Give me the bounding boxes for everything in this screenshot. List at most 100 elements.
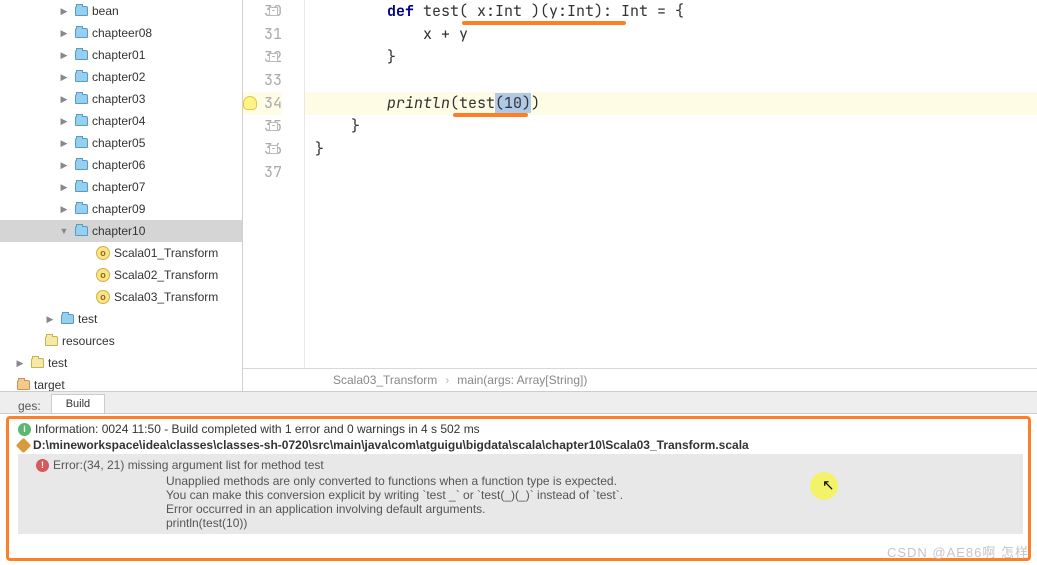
folder-icon <box>73 47 89 63</box>
tree-label: Scala01_Transform <box>114 246 218 260</box>
folder-icon <box>73 113 89 129</box>
info-icon: i <box>18 423 31 436</box>
folder-icon <box>15 377 31 391</box>
folder-icon <box>73 135 89 151</box>
tree-item-chapter07[interactable]: ▶ chapter07 <box>0 176 242 198</box>
tree-item-scala02_transform[interactable]: ▶oScala02_Transform <box>0 264 242 286</box>
tree-item-bean[interactable]: ▶ bean <box>0 0 242 22</box>
tree-label: chapter01 <box>92 48 145 62</box>
folder-icon <box>73 201 89 217</box>
warning-icon <box>16 437 32 453</box>
tree-item-chapter06[interactable]: ▶ chapter06 <box>0 154 242 176</box>
build-info-line: i Information: 0024 11:50 - Build comple… <box>18 422 1023 436</box>
project-tree: ▶ bean ▶ chapteer08 ▶ chapter01 ▶ chapter02 ▶ cha… <box>0 0 243 391</box>
tree-item-chapter10[interactable]: ▼ chapter10 <box>0 220 242 242</box>
tree-item-test[interactable]: ▶ test <box>0 308 242 330</box>
build-output-panel: i Information: 0024 11:50 - Build comple… <box>0 413 1037 565</box>
tree-label: target <box>34 378 65 391</box>
tree-item-chapter03[interactable]: ▶ chapter03 <box>0 88 242 110</box>
line-number: 35− <box>243 115 282 138</box>
error-icon: ! <box>36 459 49 472</box>
tree-item-resources[interactable]: ▶resources <box>0 330 242 352</box>
chevron-right-icon[interactable]: ▶ <box>58 50 70 61</box>
fold-icon[interactable]: − <box>269 122 278 131</box>
chevron-right-icon[interactable]: ▶ <box>58 94 70 105</box>
chevron-right-icon[interactable]: ▶ <box>14 358 26 369</box>
watermark: CSDN @AE86啊 怎样 <box>887 542 1029 561</box>
tree-item-target[interactable]: ▶target <box>0 374 242 391</box>
build-error-block[interactable]: ! Error:(34, 21) missing argument list f… <box>18 454 1023 534</box>
tab-messages-cut[interactable]: ges: <box>18 399 41 413</box>
tab-build[interactable]: Build <box>51 394 105 413</box>
tree-item-chapter02[interactable]: ▶ chapter02 <box>0 66 242 88</box>
folder-icon <box>73 69 89 85</box>
line-number: 33 <box>243 69 282 92</box>
editor-pane: 30−3132−333435−36−37 def test( x:Int )(y… <box>243 0 1037 391</box>
line-number: 30− <box>243 0 282 23</box>
tree-label: chapter02 <box>92 70 145 84</box>
line-number: 36− <box>243 138 282 161</box>
chevron-right-icon[interactable]: ▶ <box>58 116 70 127</box>
cursor-icon: ↖ <box>822 476 835 494</box>
folder-icon <box>73 179 89 195</box>
folder-icon <box>59 311 75 327</box>
tree-item-test[interactable]: ▶ test <box>0 352 242 374</box>
tree-label: chapter07 <box>92 180 145 194</box>
tree-label: chapter04 <box>92 114 145 128</box>
bottom-tabs: ges: Build <box>0 391 1037 413</box>
tree-label: test <box>78 312 97 326</box>
folder-icon <box>73 25 89 41</box>
tree-item-scala03_transform[interactable]: ▶oScala03_Transform <box>0 286 242 308</box>
tree-item-scala01_transform[interactable]: ▶oScala01_Transform <box>0 242 242 264</box>
folder-icon <box>43 333 59 349</box>
tree-label: bean <box>92 4 119 18</box>
tree-item-chapter09[interactable]: ▶ chapter09 <box>0 198 242 220</box>
tree-label: chapter03 <box>92 92 145 106</box>
chevron-right-icon[interactable]: ▶ <box>58 72 70 83</box>
folder-icon <box>73 223 89 239</box>
chevron-right-icon[interactable]: ▶ <box>58 160 70 171</box>
line-number: 37 <box>243 161 282 184</box>
crumb-method[interactable]: main(args: Array[String]) <box>457 373 587 387</box>
chevron-right-icon[interactable]: ▶ <box>58 182 70 193</box>
tree-label: Scala02_Transform <box>114 268 218 282</box>
folder-icon <box>73 91 89 107</box>
tree-label: test <box>48 356 67 370</box>
object-icon: o <box>95 267 111 283</box>
folder-icon <box>73 3 89 19</box>
tree-item-chapter01[interactable]: ▶ chapter01 <box>0 44 242 66</box>
tree-label: Scala03_Transform <box>114 290 218 304</box>
build-file-line[interactable]: D:\mineworkspace\idea\classes\classes-sh… <box>18 438 1023 452</box>
tree-label: chapter05 <box>92 136 145 150</box>
chevron-right-icon[interactable]: ▶ <box>58 28 70 39</box>
chevron-down-icon[interactable]: ▼ <box>58 226 70 236</box>
line-number: 32− <box>243 46 282 69</box>
chevron-right-icon[interactable]: ▶ <box>58 138 70 149</box>
object-icon: o <box>95 245 111 261</box>
tree-label: chapteer08 <box>92 26 152 40</box>
lightbulb-icon[interactable] <box>243 96 257 110</box>
chevron-right-icon[interactable]: ▶ <box>58 204 70 215</box>
editor-gutter: 30−3132−333435−36−37 <box>243 0 305 368</box>
breadcrumb[interactable]: Scala03_Transform › main(args: Array[Str… <box>243 368 1037 391</box>
tree-label: resources <box>62 334 115 348</box>
fold-icon[interactable]: − <box>269 145 278 154</box>
line-number: 31 <box>243 23 282 46</box>
chevron-right-icon: › <box>445 373 449 387</box>
folder-icon <box>29 355 45 371</box>
chevron-right-icon[interactable]: ▶ <box>44 314 56 325</box>
chevron-right-icon[interactable]: ▶ <box>58 6 70 17</box>
editor-code[interactable]: def test( x:Int )(y:Int): Int = { x + y … <box>305 0 1037 368</box>
crumb-class[interactable]: Scala03_Transform <box>333 373 437 387</box>
tree-label: chapter09 <box>92 202 145 216</box>
object-icon: o <box>95 289 111 305</box>
fold-icon[interactable]: − <box>269 53 278 62</box>
tree-item-chapter04[interactable]: ▶ chapter04 <box>0 110 242 132</box>
tree-item-chapteer08[interactable]: ▶ chapteer08 <box>0 22 242 44</box>
tree-label: chapter06 <box>92 158 145 172</box>
folder-icon <box>73 157 89 173</box>
tree-label: chapter10 <box>92 224 145 238</box>
line-number: 34 <box>243 92 282 115</box>
tree-item-chapter05[interactable]: ▶ chapter05 <box>0 132 242 154</box>
fold-icon[interactable]: − <box>269 7 278 16</box>
